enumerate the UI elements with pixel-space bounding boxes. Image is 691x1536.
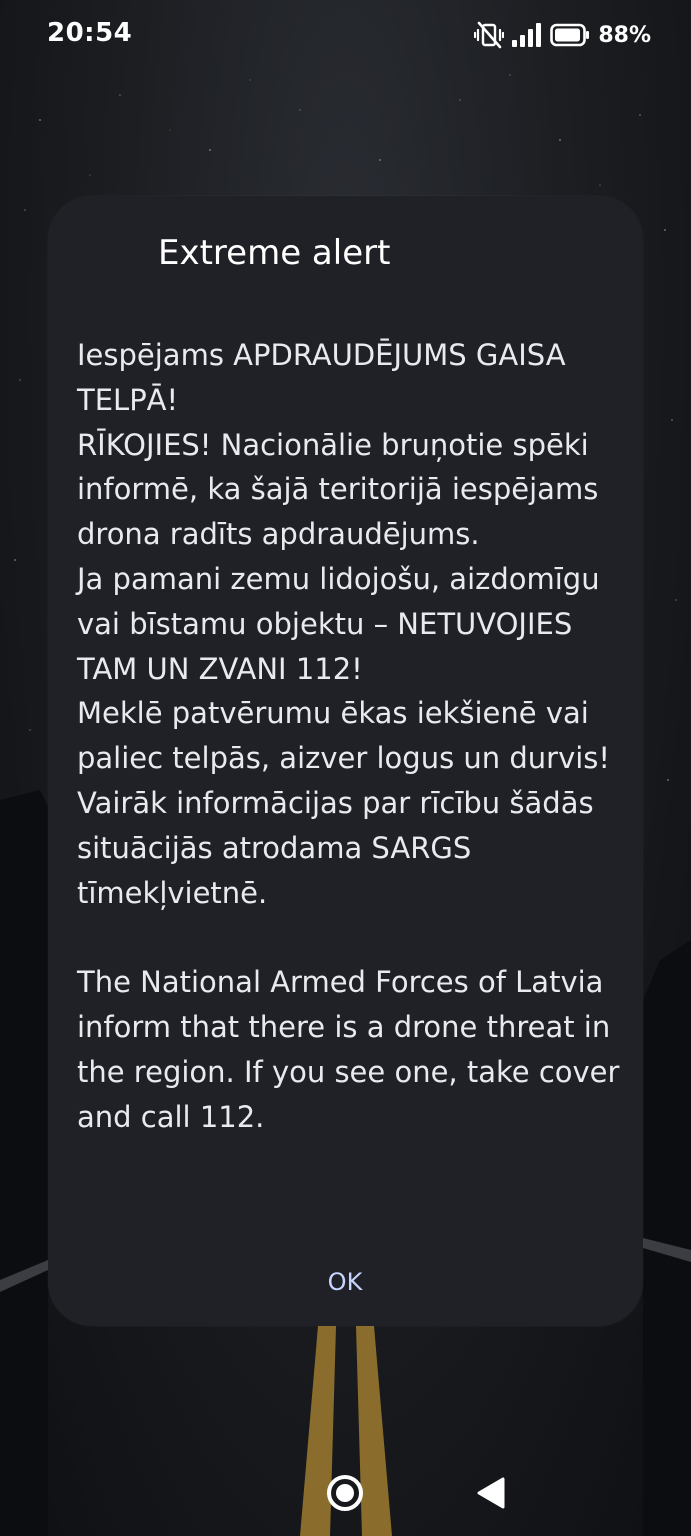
home-icon[interactable] [326,1474,364,1512]
vibrate-off-icon [474,21,505,49]
alert-message-english: The National Armed Forces of Latvia info… [77,965,620,1134]
extreme-alert-dialog: Extreme alert Iespējams APDRAUDĒJUMS GAI… [48,196,643,1326]
battery-percentage: 88% [598,22,651,48]
status-time: 20:54 [47,18,133,48]
alert-message: Iespējams APDRAUDĒJUMS GAISA TELPĀ! RĪKO… [77,333,637,1139]
alert-title: Extreme alert [158,233,391,273]
lock-screen: 20:54 88% Extreme alert Iespējams APDRAU… [0,0,691,1536]
battery-icon [550,23,590,47]
alert-message-latvian: Iespējams APDRAUDĒJUMS GAISA TELPĀ! RĪKO… [77,338,611,910]
signal-icon [512,23,542,47]
back-icon[interactable] [476,1476,506,1510]
status-bar: 20:54 88% [0,0,691,72]
ok-button[interactable]: OK [285,1254,405,1310]
status-icons: 88% [474,20,651,50]
